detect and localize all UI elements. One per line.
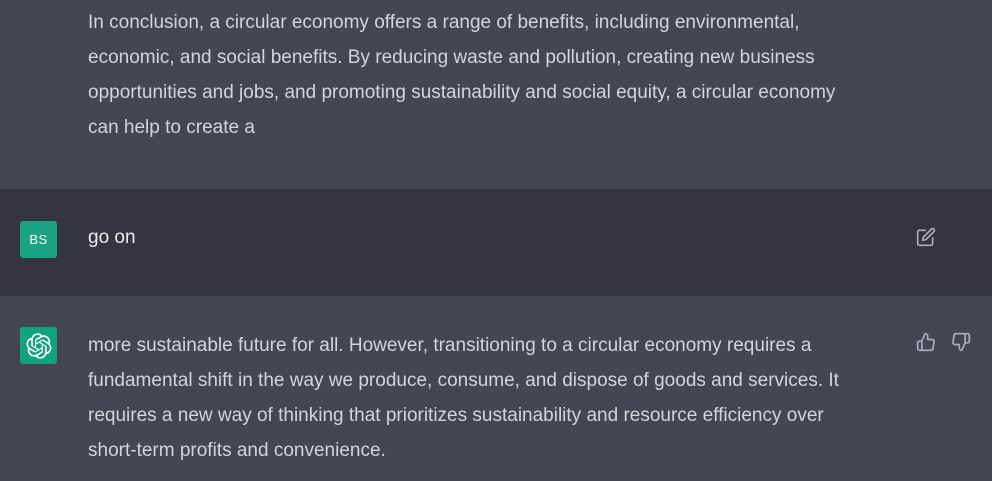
message-line: short-term profits and convenience. [88, 440, 386, 461]
openai-logo-icon [25, 332, 51, 359]
thumbs-down-button[interactable] [949, 330, 973, 354]
user-message-row: BS go on [0, 189, 992, 296]
assistant-message-text: more sustainable future for all. However… [88, 328, 888, 468]
message-line: economic, and social benefits. By reduci… [88, 47, 815, 68]
thumbs-down-icon [952, 332, 971, 352]
message-line: fundamental shift in the way we produce,… [88, 370, 839, 391]
assistant-avatar [20, 327, 57, 364]
message-line: can help to create a [88, 117, 255, 138]
edit-icon [916, 227, 936, 247]
message-line: more sustainable future for all. However… [88, 335, 812, 356]
assistant-message-row: more sustainable future for all. However… [0, 296, 992, 481]
assistant-message-row: In conclusion, a circular economy offers… [0, 0, 992, 189]
thumbs-up-icon [916, 332, 935, 352]
thumbs-up-button[interactable] [914, 330, 938, 354]
user-message-text: go on [88, 227, 136, 248]
message-line: In conclusion, a circular economy offers… [88, 12, 800, 33]
message-line: requires a new way of thinking that prio… [88, 405, 824, 426]
user-avatar: BS [20, 221, 57, 258]
edit-message-button[interactable] [914, 225, 938, 249]
avatar-initials: BS [29, 232, 48, 247]
assistant-message-text: In conclusion, a circular economy offers… [88, 5, 888, 145]
message-line: opportunities and jobs, and promoting su… [88, 82, 836, 103]
